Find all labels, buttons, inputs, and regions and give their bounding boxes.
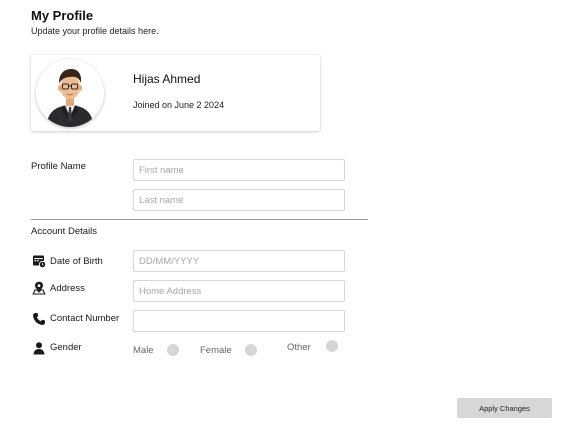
section-divider: [31, 219, 368, 220]
first-name-input[interactable]: [133, 159, 345, 181]
avatar-man-suit-icon: [36, 59, 104, 127]
date-of-birth-input[interactable]: [133, 250, 345, 272]
date-of-birth-label: Date of Birth: [50, 256, 103, 267]
gender-option-female[interactable]: Female: [200, 344, 257, 356]
profile-card: Hijas Ahmed Joined on June 2 2024: [31, 55, 320, 131]
gender-option-other[interactable]: Other: [287, 340, 338, 353]
avatar: [36, 59, 104, 127]
page-title: My Profile: [31, 8, 94, 23]
last-name-input[interactable]: [133, 189, 345, 211]
user-name: Hijas Ahmed: [133, 72, 201, 86]
gender-option-label: Other: [287, 342, 311, 353]
other-radio[interactable]: [325, 340, 338, 352]
joined-date: Joined on June 2 2024: [133, 100, 225, 110]
profile-name-label: Profile Name: [31, 161, 86, 172]
page-subtitle: Update your profile details here.: [31, 26, 159, 36]
gender-option-male[interactable]: Male: [133, 344, 179, 356]
female-radio[interactable]: [244, 344, 257, 356]
gender-option-label: Female: [200, 344, 232, 356]
address-input[interactable]: [133, 280, 345, 302]
contact-number-input[interactable]: [133, 310, 345, 332]
map-pin-icon: [32, 281, 46, 295]
contact-number-label: Contact Number: [50, 313, 120, 324]
gender-label: Gender: [50, 342, 82, 353]
male-radio[interactable]: [166, 344, 179, 356]
phone-icon: [32, 312, 46, 326]
account-details-heading: Account Details: [31, 226, 98, 237]
calendar-icon: [32, 254, 46, 268]
gender-option-label: Male: [133, 344, 154, 356]
apply-changes-button[interactable]: Apply Changes: [457, 398, 552, 418]
person-icon: [32, 341, 46, 355]
address-label: Address: [50, 283, 85, 294]
